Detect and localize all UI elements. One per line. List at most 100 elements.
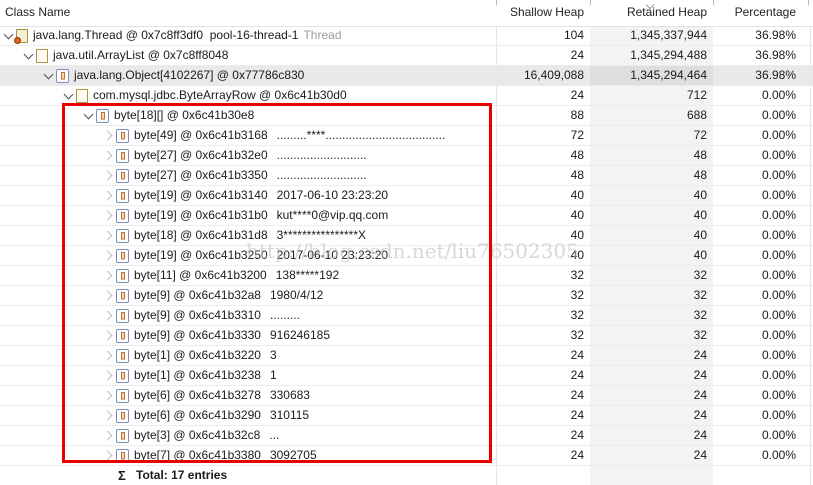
chevron-right-icon[interactable] [100, 150, 116, 161]
percentage-value: 0.00% [761, 108, 796, 122]
class-name-label: byte[27] @ 0x6c41b3350 [134, 168, 268, 182]
chevron-right-icon[interactable] [100, 270, 116, 281]
array-icon: [] [56, 68, 69, 83]
array-icon: [] [116, 188, 129, 203]
value-preview: ......... [269, 308, 300, 322]
table-row[interactable]: [] byte[19] @ 0x6c41b3140 2017-06-10 23:23… [0, 186, 813, 206]
column-header-shallow-heap[interactable]: Shallow Heap [496, 0, 590, 25]
table-row[interactable]: [] byte[7] @ 0x6c41b3380 3092705 24 24 0.00% [0, 446, 813, 466]
value-preview: 2017-06-10 23:23:20 [276, 188, 389, 202]
chevron-down-icon[interactable] [40, 69, 56, 79]
table-row[interactable]: [] byte[9] @ 0x6c41b32a8 1980/4/12 32 32 0.00… [0, 286, 813, 306]
percentage-value: 0.00% [761, 168, 796, 182]
table-row[interactable]: [] byte[1] @ 0x6c41b3238 1 24 24 0.00% [0, 366, 813, 386]
chevron-right-icon[interactable] [100, 350, 116, 361]
chevron-right-icon[interactable] [100, 450, 116, 461]
table-row[interactable]: [] byte[6] @ 0x6c41b3278 330683 24 24 0.00% [0, 386, 813, 406]
retained-heap-value: 1,345,294,464 [590, 66, 713, 85]
chevron-right-icon[interactable] [100, 250, 116, 261]
class-name-cell: [] byte[18][] @ 0x6c41b30e8 [0, 106, 496, 125]
column-resize-tick[interactable] [496, 0, 497, 5]
percentage-value: 0.00% [761, 228, 796, 242]
value-preview: 3092705 [269, 448, 317, 462]
value-preview: ........................... [276, 168, 367, 182]
column-resize-tick[interactable] [713, 0, 714, 5]
class-name-cell: [] byte[18] @ 0x6c41b31d8 3***************… [0, 226, 496, 245]
class-name-label: byte[1] @ 0x6c41b3238 [134, 368, 261, 382]
chevron-down-icon[interactable] [20, 49, 36, 59]
table-row[interactable]: [] byte[27] @ 0x6c41b32e0................… [0, 146, 813, 166]
tree-rows: java.lang.Thread @ 0x7c8ff3df0 pool-16-t… [0, 26, 813, 466]
table-row[interactable]: [] java.lang.Object[4102267] @ 0x77786c83… [0, 66, 813, 86]
column-header-percentage[interactable]: Percentage [713, 0, 808, 25]
chevron-right-icon[interactable] [100, 410, 116, 421]
table-row[interactable]: com.mysql.jdbc.ByteArrayRow @ 0x6c41b30d… [0, 86, 813, 106]
retained-heap-value: 24 [693, 348, 707, 362]
table-row[interactable]: [] byte[19] @ 0x6c41b3250 2017-06-10 23:23… [0, 246, 813, 266]
table-row[interactable]: [] byte[19] @ 0x6c41b31b0 kut****0@vip.qq.… [0, 206, 813, 226]
column-resize-tick[interactable] [808, 0, 809, 5]
chevron-right-icon[interactable] [100, 370, 116, 381]
table-row[interactable]: [] byte[9] @ 0x6c41b3330 916246185 32 32 0.00… [0, 326, 813, 346]
table-row[interactable]: [] byte[18][] @ 0x6c41b30e8 88 688 0.00% [0, 106, 813, 126]
table-row[interactable]: [] byte[1] @ 0x6c41b3220 3 24 24 0.00% [0, 346, 813, 366]
table-row[interactable]: [] byte[6] @ 0x6c41b3290 310115 24 24 0.00% [0, 406, 813, 426]
chevron-right-icon[interactable] [100, 290, 116, 301]
shallow-heap-value: 16,409,088 [523, 68, 584, 82]
chevron-right-icon[interactable] [100, 170, 116, 181]
chevron-right-icon[interactable] [100, 190, 116, 201]
chevron-down-icon[interactable] [60, 89, 76, 99]
chevron-right-icon[interactable] [100, 210, 116, 221]
retained-heap-value: 688 [686, 108, 707, 122]
table-row[interactable]: [] byte[9] @ 0x6c41b3310......... 32 32 0.00… [0, 306, 813, 326]
value-preview: 330683 [269, 388, 310, 402]
shallow-heap-value: 32 [570, 268, 584, 282]
table-row[interactable]: [] byte[49] @ 0x6c41b3168 .........****...… [0, 126, 813, 146]
chevron-right-icon[interactable] [100, 390, 116, 401]
shallow-heap-value: 32 [570, 288, 584, 302]
chevron-right-icon[interactable] [100, 330, 116, 341]
chevron-right-icon[interactable] [100, 430, 116, 441]
percentage-value: 0.00% [761, 88, 796, 102]
class-name-cell: [] java.lang.Object[4102267] @ 0x77786c83… [0, 66, 496, 85]
class-name-cell: [] byte[6] @ 0x6c41b3290 310115 [0, 406, 496, 425]
value-preview: 3****************X [276, 228, 367, 242]
table-row[interactable]: [] byte[18] @ 0x6c41b31d8 3***************… [0, 226, 813, 246]
class-name-cell: [] byte[19] @ 0x6c41b31b0 kut****0@vip.qq.… [0, 206, 496, 225]
table-row[interactable]: java.lang.Thread @ 0x7c8ff3df0 pool-16-t… [0, 26, 813, 46]
chevron-down-icon[interactable] [0, 29, 16, 39]
retained-heap-value: 32 [693, 328, 707, 342]
chevron-right-icon[interactable] [100, 230, 116, 241]
chevron-right-icon[interactable] [100, 310, 116, 321]
class-name-cell: [] byte[9] @ 0x6c41b32a8 1980/4/12 [0, 286, 496, 305]
array-icon: [] [116, 348, 129, 363]
table-row[interactable]: java.util.ArrayList @ 0x7c8ff8048 24 1,345… [0, 46, 813, 66]
chevron-down-icon[interactable] [80, 109, 96, 119]
class-name-cell: [] byte[19] @ 0x6c41b3250 2017-06-10 23:23… [0, 246, 496, 265]
class-name-cell: java.util.ArrayList @ 0x7c8ff8048 [0, 46, 496, 65]
chevron-right-icon[interactable] [100, 130, 116, 141]
percentage-value: 0.00% [761, 148, 796, 162]
sigma-icon: Σ [118, 468, 126, 483]
retained-heap-value: 24 [693, 368, 707, 382]
percentage-value: 0.00% [761, 388, 796, 402]
percentage-value: 36.98% [755, 28, 796, 42]
column-header-class-name[interactable]: Class Name [0, 0, 495, 25]
table-row[interactable]: [] byte[27] @ 0x6c41b3350................… [0, 166, 813, 186]
array-icon: [] [116, 368, 129, 383]
class-name-label: byte[19] @ 0x6c41b31b0 [134, 208, 268, 222]
array-icon: [] [116, 388, 129, 403]
class-name-label: byte[9] @ 0x6c41b32a8 [134, 288, 261, 302]
table-row[interactable]: [] byte[11] @ 0x6c41b3200 138*****192 32 32 0… [0, 266, 813, 286]
array-icon: [] [116, 428, 129, 443]
table-row[interactable]: [] byte[3] @ 0x6c41b32c8... 24 24 0.00% [0, 426, 813, 446]
column-resize-tick[interactable] [590, 0, 591, 5]
